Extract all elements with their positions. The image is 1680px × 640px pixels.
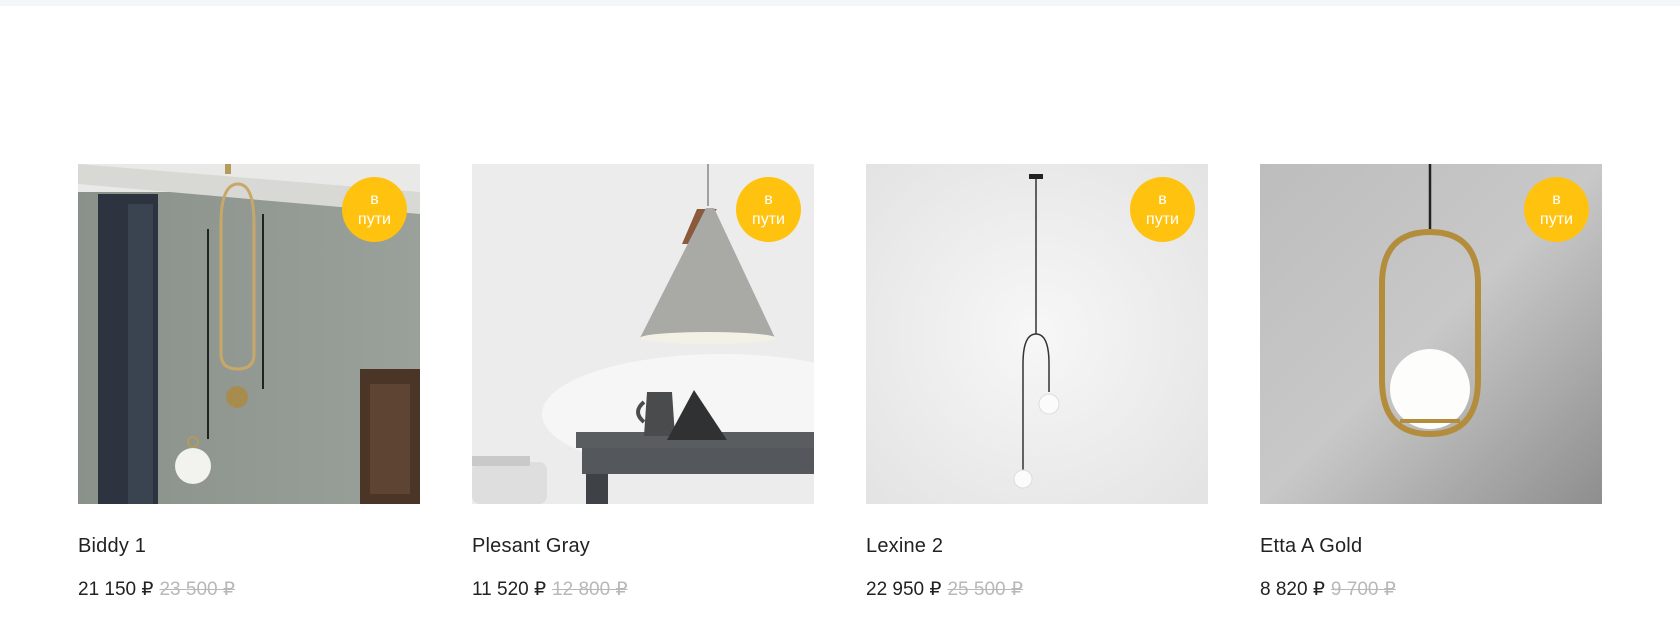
badge-line-1: в: [1158, 190, 1167, 208]
badge-line-2: пути: [752, 210, 785, 228]
product-title[interactable]: Plesant Gray: [472, 535, 814, 558]
product-prices: 21 150 ₽23 500 ₽: [78, 578, 420, 601]
badge-line-2: пути: [1540, 210, 1573, 228]
badge-line-1: в: [764, 190, 773, 208]
badge-line-1: в: [370, 190, 379, 208]
badge-line-2: пути: [1146, 210, 1179, 228]
old-price: 23 500 ₽: [159, 579, 235, 600]
badge-line-2: пути: [358, 210, 391, 228]
product-title[interactable]: Biddy 1: [78, 535, 420, 558]
product-grid: в пути Biddy 1 21 150 ₽23 500 ₽ в пути P…: [78, 164, 1602, 601]
product-prices: 22 950 ₽25 500 ₽: [866, 578, 1208, 601]
in-transit-badge: в пути: [736, 177, 801, 242]
product-image[interactable]: в пути: [866, 164, 1208, 504]
product-prices: 11 520 ₽12 800 ₽: [472, 578, 814, 601]
in-transit-badge: в пути: [1524, 177, 1589, 242]
product-image[interactable]: в пути: [472, 164, 814, 504]
old-price: 9 700 ₽: [1330, 579, 1396, 600]
current-price: 8 820 ₽: [1260, 579, 1325, 600]
product-title[interactable]: Etta A Gold: [1260, 535, 1602, 558]
product-card[interactable]: в пути Etta A Gold 8 820 ₽9 700 ₽: [1260, 164, 1602, 601]
product-card[interactable]: в пути Lexine 2 22 950 ₽25 500 ₽: [866, 164, 1208, 601]
product-image[interactable]: в пути: [1260, 164, 1602, 504]
top-bar: [0, 0, 1680, 6]
current-price: 11 520 ₽: [472, 579, 547, 600]
current-price: 22 950 ₽: [866, 579, 942, 600]
product-card[interactable]: в пути Biddy 1 21 150 ₽23 500 ₽: [78, 164, 420, 601]
product-title[interactable]: Lexine 2: [866, 535, 1208, 558]
in-transit-badge: в пути: [1130, 177, 1195, 242]
in-transit-badge: в пути: [342, 177, 407, 242]
current-price: 21 150 ₽: [78, 579, 154, 600]
product-card[interactable]: в пути Plesant Gray 11 520 ₽12 800 ₽: [472, 164, 814, 601]
badge-line-1: в: [1552, 190, 1561, 208]
product-image[interactable]: в пути: [78, 164, 420, 504]
old-price: 12 800 ₽: [552, 579, 628, 600]
product-prices: 8 820 ₽9 700 ₽: [1260, 578, 1602, 601]
old-price: 25 500 ₽: [947, 579, 1023, 600]
